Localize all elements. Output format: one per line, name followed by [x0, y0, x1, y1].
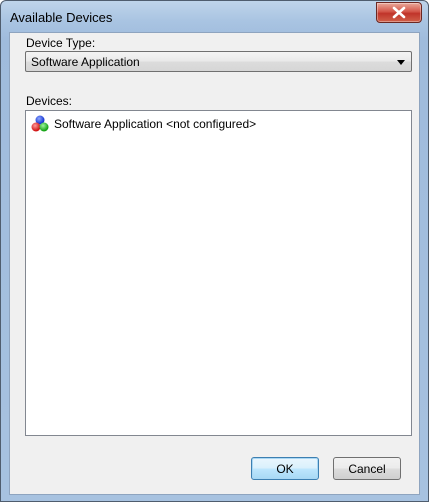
- rgb-spheres-icon: [31, 115, 49, 132]
- cancel-button[interactable]: Cancel: [333, 457, 401, 480]
- close-icon: [392, 6, 406, 19]
- device-item-label: Software Application <not configured>: [54, 117, 257, 131]
- device-type-value: Software Application: [31, 55, 140, 69]
- devices-label: Devices:: [26, 94, 73, 108]
- chevron-down-icon[interactable]: [397, 60, 405, 65]
- list-item[interactable]: Software Application <not configured>: [31, 115, 401, 133]
- device-type-label: Device Type:: [26, 36, 96, 50]
- ok-button[interactable]: OK: [251, 457, 319, 480]
- available-devices-dialog: Available Devices Device Type: Software …: [0, 0, 429, 502]
- device-type-dropdown[interactable]: Software Application: [25, 51, 412, 72]
- title-bar[interactable]: Available Devices: [1, 1, 428, 32]
- devices-list[interactable]: Software Application <not configured>: [25, 110, 412, 436]
- window-title: Available Devices: [10, 10, 113, 25]
- close-button[interactable]: [376, 2, 422, 23]
